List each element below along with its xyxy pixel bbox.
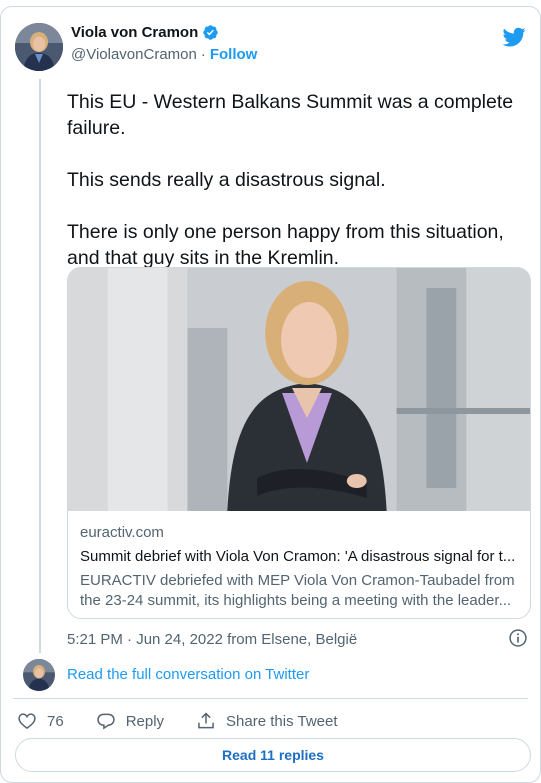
divider	[13, 698, 528, 699]
link-title: Summit debrief with Viola Von Cramon: 'A…	[80, 548, 516, 565]
link-preview-image	[68, 268, 530, 511]
author-avatar[interactable]	[15, 23, 63, 71]
author-display-name[interactable]: Viola von Cramon	[71, 24, 198, 41]
share-label: Share this Tweet	[226, 712, 338, 730]
link-preview-card[interactable]: euractiv.com Summit debrief with Viola V…	[67, 267, 531, 619]
author-info: Viola von Cramon @ViolavonCramon · Follo…	[71, 24, 257, 63]
read-replies-button[interactable]: Read 11 replies	[15, 738, 531, 772]
author-handle[interactable]: @ViolavonCramon	[71, 46, 197, 63]
reply-label: Reply	[125, 712, 165, 730]
like-button[interactable]: 76	[17, 711, 64, 731]
reply-button[interactable]: Reply	[96, 711, 164, 731]
author-avatar-image	[15, 23, 63, 71]
heart-icon	[18, 713, 36, 730]
follow-link[interactable]: Follow	[210, 46, 258, 63]
tweet-text: This EU - Western Balkans Summit was a c…	[67, 89, 527, 297]
link-domain: euractiv.com	[80, 524, 164, 541]
tweet-timestamp[interactable]: 5:21 PM · Jun 24, 2022 from Elsene, Belg…	[67, 631, 357, 648]
twitter-bird-icon[interactable]	[502, 25, 526, 49]
tweet-paragraph: There is only one person happy from this…	[67, 221, 504, 269]
reply-icon	[97, 713, 115, 730]
share-icon	[198, 712, 214, 729]
conversation-avatar	[23, 659, 55, 691]
thread-line	[39, 79, 41, 653]
tweet-embed-card: Viola von Cramon @ViolavonCramon · Follo…	[0, 6, 541, 783]
action-bar: 76 Reply Share this Tweet	[17, 711, 370, 731]
verified-badge-icon	[202, 24, 219, 41]
read-full-conversation-link[interactable]: Read the full conversation on Twitter	[67, 666, 309, 683]
link-description-line: EURACTIV debriefed with MEP Viola Von Cr…	[80, 572, 515, 589]
share-button[interactable]: Share this Tweet	[196, 711, 338, 731]
handle-separator: ·	[200, 46, 206, 63]
tweet-paragraph: This sends really a disastrous signal.	[67, 169, 386, 191]
link-description-line: the 23-24 summit, its highlights being a…	[80, 592, 512, 609]
link-description: EURACTIV debriefed with MEP Viola Von Cr…	[80, 571, 518, 611]
like-count: 76	[47, 712, 64, 730]
info-icon[interactable]	[508, 628, 528, 648]
tweet-paragraph: This EU - Western Balkans Summit was a c…	[67, 91, 514, 139]
